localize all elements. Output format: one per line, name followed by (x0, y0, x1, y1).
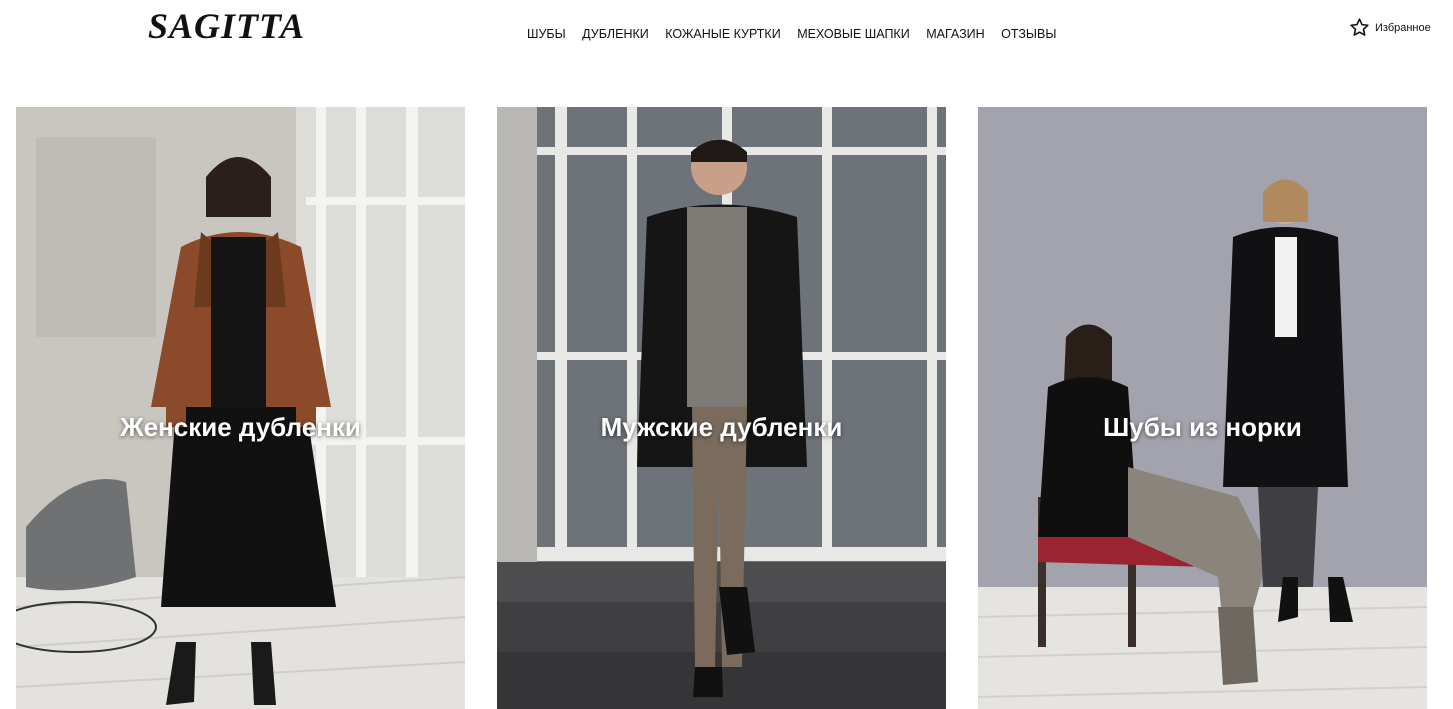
category-card-womens-sheepskin[interactable]: Женские дубленки (16, 107, 465, 709)
nav-item-reviews[interactable]: ОТЗЫВЫ (1001, 26, 1056, 42)
category-card-mink-coats[interactable]: Шубы из норки (978, 107, 1427, 709)
category-title-mens-sheepskin: Мужские дубленки (600, 412, 843, 442)
nav-item-shuby[interactable]: ШУБЫ (527, 26, 566, 42)
category-title-mink-coats: Шубы из норки (1103, 412, 1302, 442)
nav-item-leather-jackets[interactable]: КОЖАНЫЕ КУРТКИ (665, 26, 780, 42)
mens-sheepskin-photo (497, 107, 946, 709)
category-card-mens-sheepskin[interactable]: Мужские дубленки (497, 107, 946, 709)
site-header: SAGITTA ШУБЫ ДУБЛЕНКИ КОЖАНЫЕ КУРТКИ МЕХ… (0, 0, 1453, 70)
nav-item-fur-hats[interactable]: МЕХОВЫЕ ШАПКИ (797, 26, 910, 42)
main-nav: ШУБЫ ДУБЛЕНКИ КОЖАНЫЕ КУРТКИ МЕХОВЫЕ ШАП… (527, 26, 1073, 42)
nav-item-dublenki[interactable]: ДУБЛЕНКИ (582, 26, 649, 42)
favorites-link[interactable]: Избранное (1349, 17, 1431, 38)
star-outline-icon (1350, 18, 1369, 36)
favorites-label: Избранное (1375, 21, 1431, 34)
brand-logo[interactable]: SAGITTA (148, 6, 305, 46)
mink-coats-photo (978, 107, 1427, 709)
nav-item-store[interactable]: МАГАЗИН (926, 26, 984, 42)
category-title-womens-sheepskin: Женские дубленки (120, 412, 361, 442)
womens-sheepskin-photo (16, 107, 465, 709)
